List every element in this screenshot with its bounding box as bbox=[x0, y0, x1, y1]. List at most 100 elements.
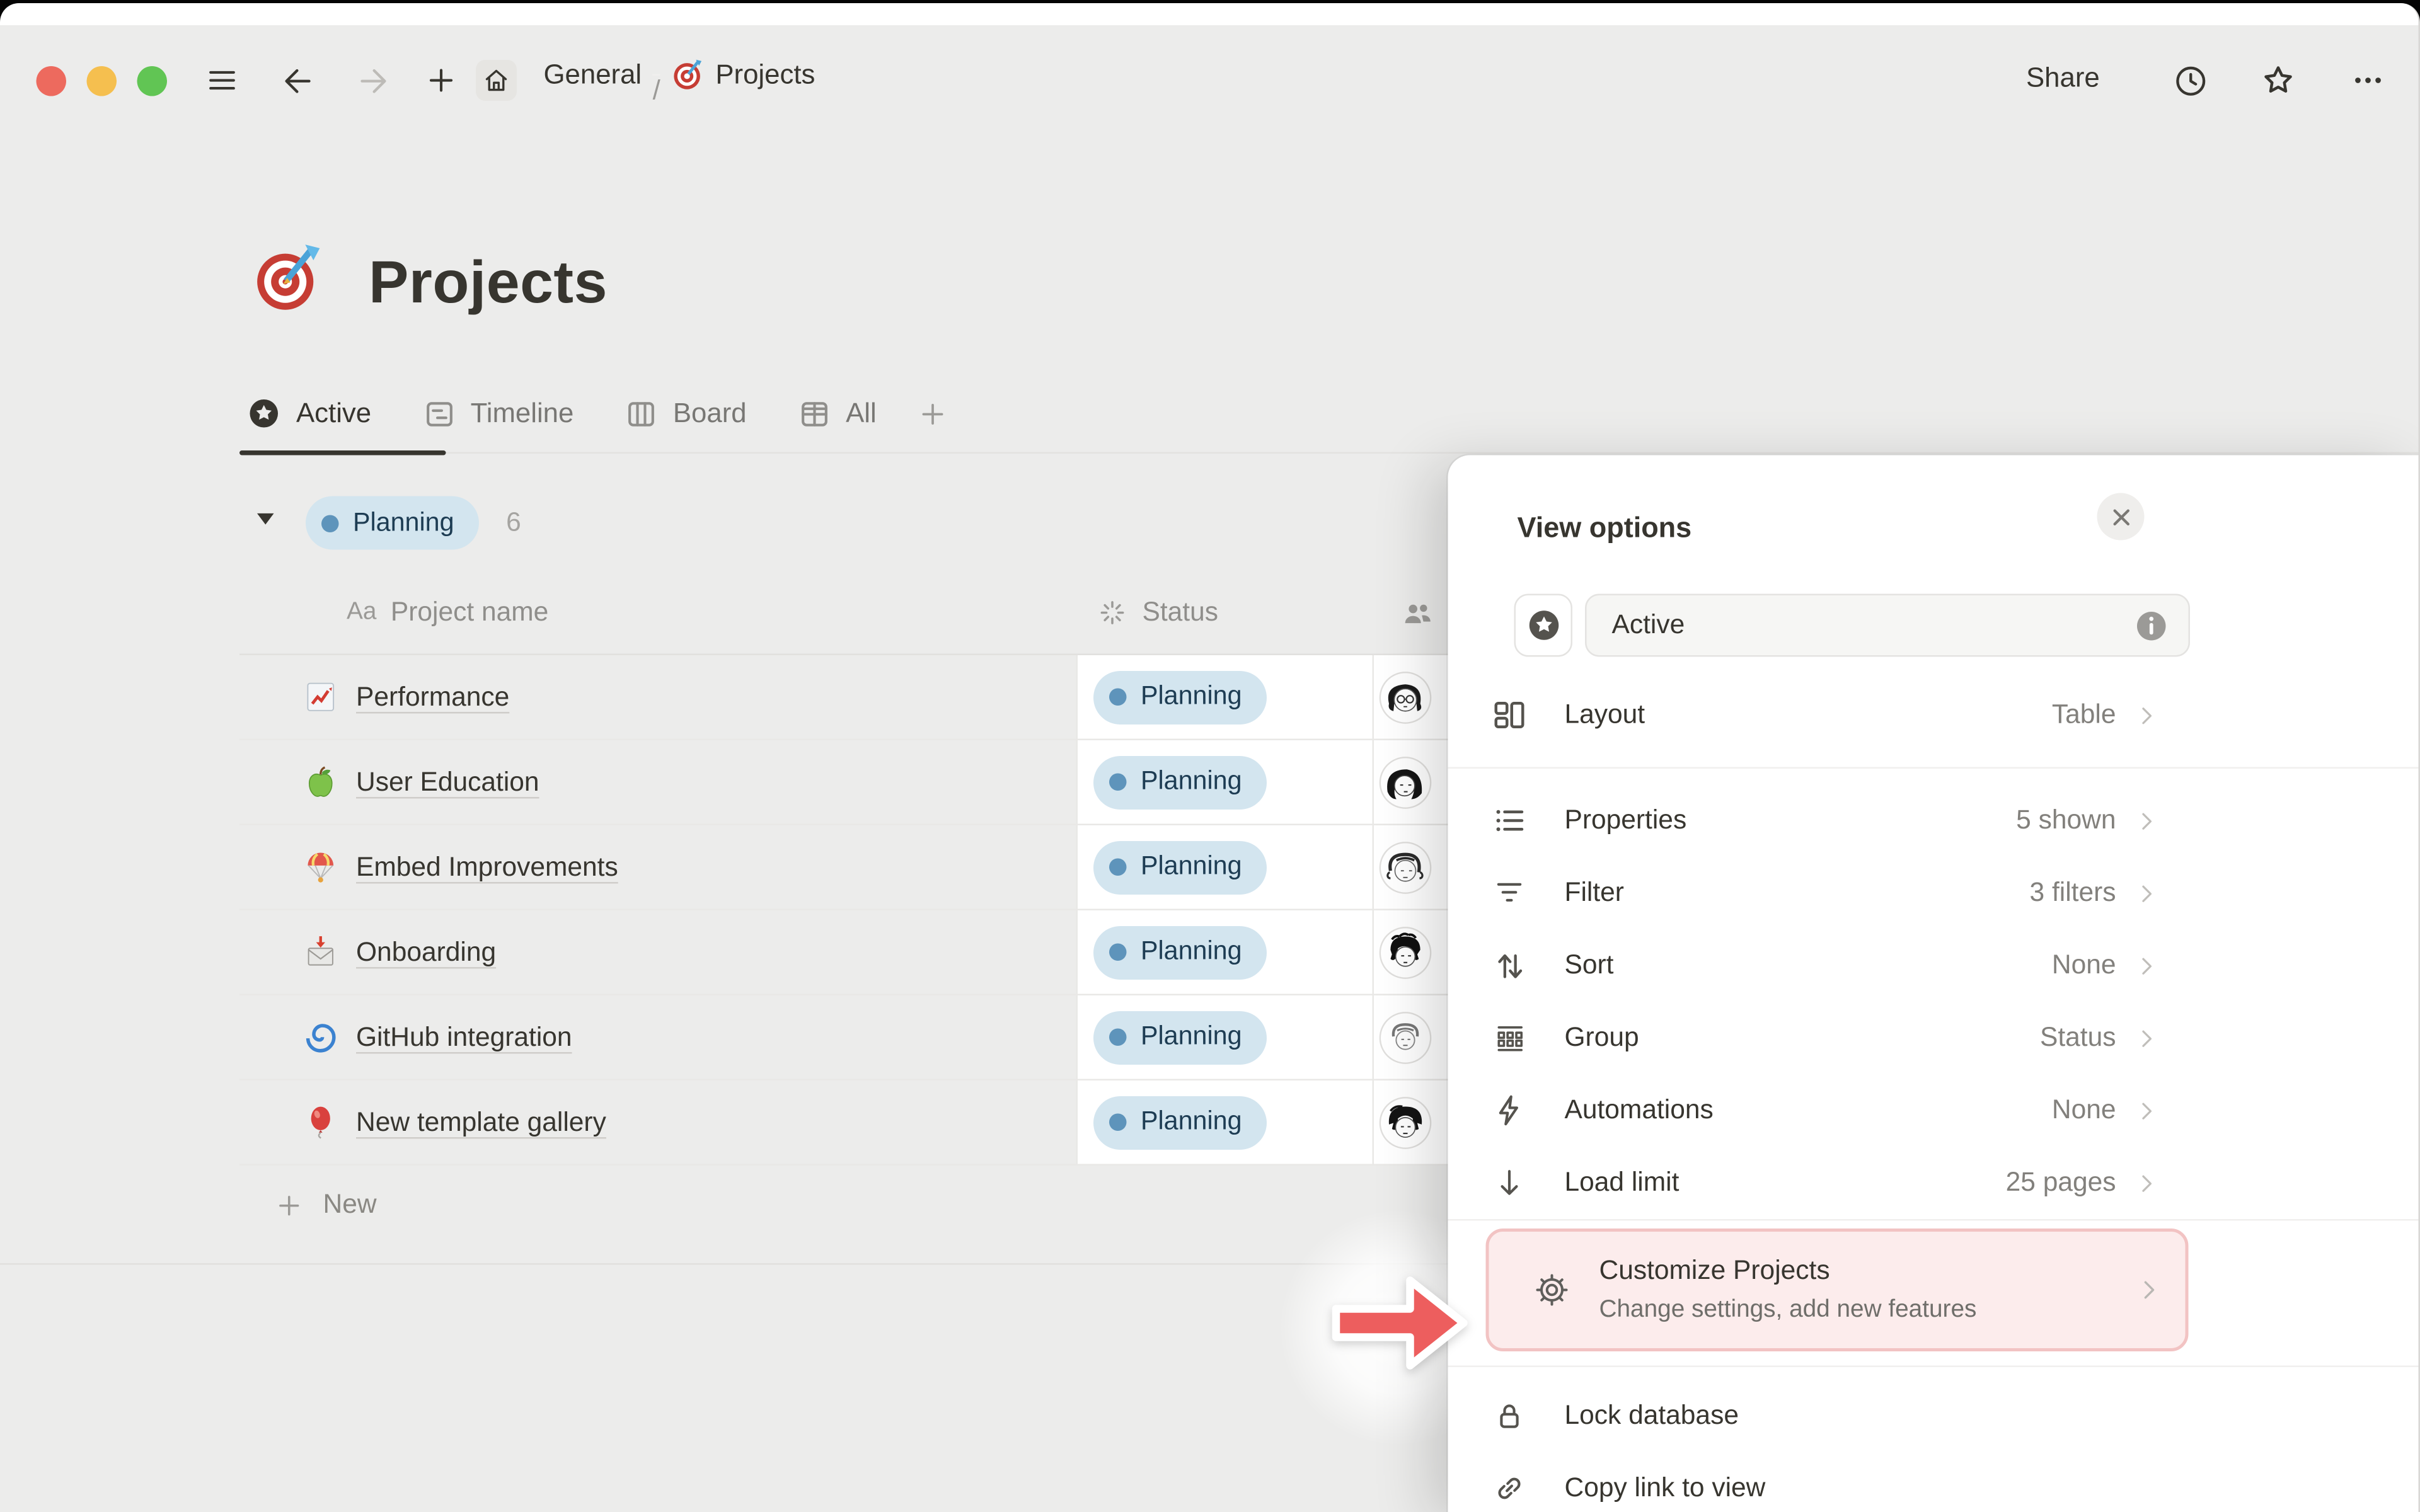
new-page-button[interactable] bbox=[421, 60, 462, 101]
status-tag: Planning bbox=[1093, 1011, 1267, 1064]
status-cell[interactable]: Planning bbox=[1076, 910, 1373, 995]
tab-all[interactable]: All bbox=[797, 396, 877, 431]
panel-row-automations[interactable]: Automations None bbox=[1448, 1074, 2160, 1147]
project-name-cell[interactable]: Performance bbox=[239, 655, 1076, 740]
tab-active[interactable]: Active bbox=[246, 396, 371, 432]
traffic-light-zoom-button[interactable] bbox=[137, 66, 168, 96]
project-name-cell[interactable]: GitHub integration bbox=[239, 995, 1076, 1080]
hamburger-icon bbox=[205, 63, 239, 98]
panel-divider bbox=[1448, 1219, 2419, 1221]
status-cell[interactable]: Planning bbox=[1076, 995, 1373, 1080]
home-button[interactable] bbox=[476, 60, 517, 101]
column-header-label: Project name bbox=[391, 597, 548, 629]
project-name: New template gallery bbox=[356, 1106, 606, 1138]
add-view-button[interactable] bbox=[918, 398, 949, 429]
group-status-tag[interactable]: Planning bbox=[306, 496, 480, 550]
tab-label: Board bbox=[673, 397, 747, 430]
owner-avatar bbox=[1379, 925, 1432, 979]
breadcrumb-separator: / bbox=[653, 74, 660, 76]
status-label: Planning bbox=[1141, 682, 1242, 713]
customize-projects-row[interactable]: Customize Projects Change settings, add … bbox=[1486, 1228, 2189, 1351]
back-button[interactable] bbox=[277, 60, 318, 101]
status-dot bbox=[1109, 944, 1127, 961]
page-title[interactable]: Projects bbox=[369, 251, 608, 319]
star-circle-icon bbox=[1524, 607, 1562, 644]
project-name-cell[interactable]: New template gallery bbox=[239, 1080, 1076, 1166]
panel-row-filter[interactable]: Filter 3 filters bbox=[1448, 857, 2160, 929]
panel-row-layout[interactable]: Layout Table bbox=[1448, 679, 2160, 752]
arrow-left-icon bbox=[280, 62, 316, 99]
panel-divider bbox=[1448, 767, 2419, 769]
panel-row-group[interactable]: Group Status bbox=[1448, 1002, 2160, 1074]
updates-button[interactable] bbox=[2170, 60, 2211, 101]
chevron-right-icon bbox=[2133, 1169, 2160, 1196]
chart-increasing-emoji bbox=[302, 679, 339, 716]
status-tag: Planning bbox=[1093, 670, 1267, 724]
traffic-light-close-button[interactable] bbox=[37, 66, 67, 96]
status-cell[interactable]: Planning bbox=[1076, 740, 1373, 825]
tab-label: Timeline bbox=[471, 397, 574, 430]
status-tag: Planning bbox=[1093, 925, 1267, 979]
chevron-right-icon bbox=[2133, 879, 2160, 907]
board-icon bbox=[624, 396, 659, 431]
forward-button[interactable] bbox=[352, 60, 393, 101]
status-dot bbox=[1109, 689, 1127, 706]
owner-avatar bbox=[1379, 755, 1432, 809]
breadcrumb-page[interactable]: Projects bbox=[715, 59, 815, 92]
group-collapse-toggle[interactable] bbox=[252, 506, 279, 541]
tab-timeline[interactable]: Timeline bbox=[422, 396, 573, 431]
filter-funnel-icon bbox=[1492, 876, 1527, 910]
panel-row-value: 25 pages bbox=[2006, 1167, 2116, 1199]
favorite-button[interactable] bbox=[2258, 60, 2299, 101]
group-count: 6 bbox=[506, 507, 521, 539]
action-label: Lock database bbox=[1565, 1400, 1739, 1432]
share-button[interactable]: Share bbox=[2026, 62, 2100, 95]
column-header-project-name[interactable]: Aa Project name bbox=[239, 572, 1076, 654]
traffic-light-minimize-button[interactable] bbox=[87, 66, 117, 96]
status-cell[interactable]: Planning bbox=[1076, 655, 1373, 740]
triangle-down-icon bbox=[252, 506, 279, 533]
add-row-label: New bbox=[323, 1189, 377, 1221]
ellipsis-icon bbox=[2351, 63, 2385, 98]
lock-icon bbox=[1492, 1399, 1527, 1433]
panel-title: View options bbox=[1518, 512, 1692, 546]
page-more-button[interactable] bbox=[2348, 60, 2388, 101]
panel-row-label: Properties bbox=[1565, 805, 2017, 837]
panel-row-load-limit[interactable]: Load limit 25 pages bbox=[1448, 1147, 2160, 1219]
status-tag: Planning bbox=[1093, 755, 1267, 809]
status-burst-icon bbox=[1097, 597, 1128, 629]
panel-row-properties[interactable]: Properties 5 shown bbox=[1448, 784, 2160, 857]
target-emoji bbox=[671, 59, 705, 92]
status-label: Planning bbox=[1141, 1108, 1242, 1138]
envelope-arrow-emoji bbox=[302, 934, 339, 971]
breadcrumb-workspace[interactable]: General bbox=[544, 59, 642, 92]
project-name-cell[interactable]: Onboarding bbox=[239, 910, 1076, 995]
view-icon-button[interactable] bbox=[1514, 594, 1573, 657]
views-bar: Active Timeline Board All bbox=[239, 375, 2419, 454]
panel-row-sort[interactable]: Sort None bbox=[1448, 929, 2160, 1002]
arrow-down-icon bbox=[1492, 1166, 1527, 1200]
project-name-cell[interactable]: Embed Improvements bbox=[239, 825, 1076, 910]
sidebar-menu-button[interactable] bbox=[202, 60, 243, 101]
chevron-right-icon bbox=[2135, 1276, 2164, 1304]
lock-database-row[interactable]: Lock database bbox=[1448, 1380, 2160, 1452]
balloon-emoji bbox=[302, 1104, 339, 1141]
view-name-input[interactable]: Active bbox=[1585, 594, 2190, 657]
project-name-cell[interactable]: User Education bbox=[239, 740, 1076, 825]
project-name: Onboarding bbox=[356, 936, 496, 968]
copy-link-row[interactable]: Copy link to view bbox=[1448, 1452, 2160, 1512]
status-cell[interactable]: Planning bbox=[1076, 825, 1373, 910]
column-header-status[interactable]: Status bbox=[1076, 572, 1373, 654]
app-window: General / Projects Share bbox=[0, 3, 2420, 1512]
panel-row-label: Load limit bbox=[1565, 1167, 2006, 1199]
panel-divider bbox=[1448, 1366, 2419, 1368]
page-icon-target-emoji[interactable] bbox=[252, 241, 325, 322]
panel-row-value: None bbox=[2052, 1095, 2116, 1126]
top-bar: General / Projects Share bbox=[0, 25, 2419, 104]
panel-close-button[interactable] bbox=[2097, 493, 2145, 541]
status-cell[interactable]: Planning bbox=[1076, 1080, 1373, 1166]
tab-board[interactable]: Board bbox=[624, 396, 746, 431]
panel-row-label: Automations bbox=[1565, 1095, 2052, 1126]
owner-avatar bbox=[1379, 840, 1432, 894]
group-grid-icon bbox=[1491, 1020, 1528, 1057]
